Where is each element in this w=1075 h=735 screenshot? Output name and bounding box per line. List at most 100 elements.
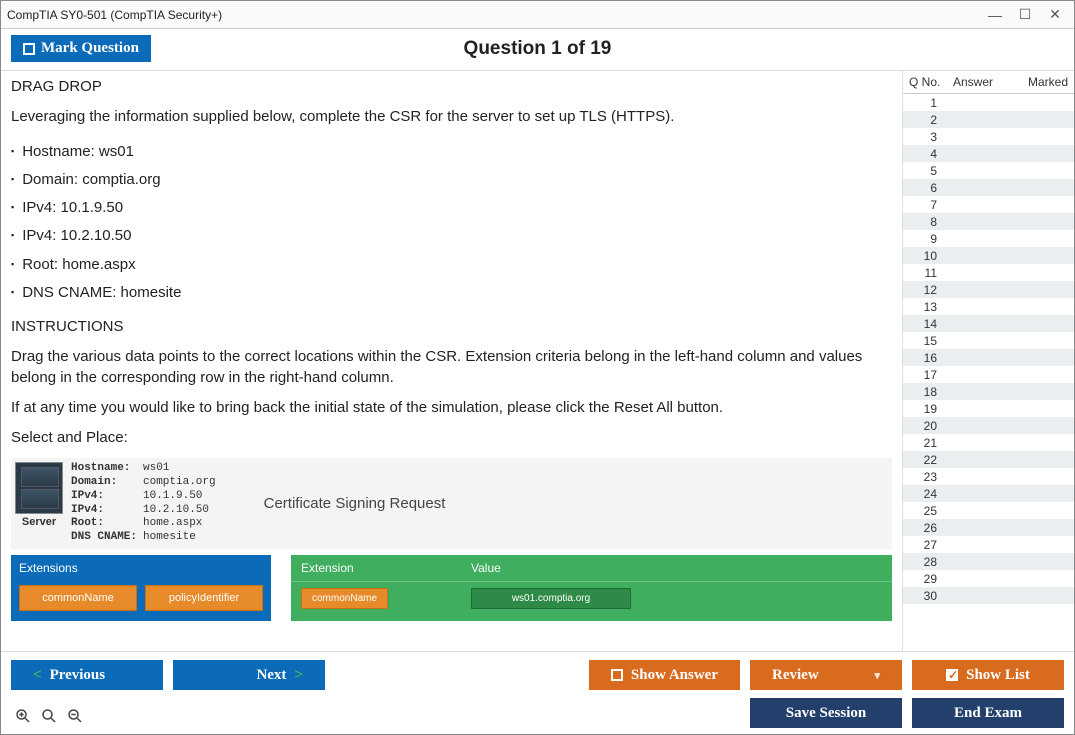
question-list-row[interactable]: 13 bbox=[903, 298, 1074, 315]
question-list-row[interactable]: 16 bbox=[903, 349, 1074, 366]
question-number: 13 bbox=[903, 300, 947, 314]
end-exam-button[interactable]: End Exam bbox=[912, 698, 1064, 728]
question-list-row[interactable]: 28 bbox=[903, 553, 1074, 570]
question-list-row[interactable]: 26 bbox=[903, 519, 1074, 536]
csr-title: Certificate Signing Request bbox=[264, 495, 446, 512]
maximize-button[interactable]: ☐ bbox=[1018, 8, 1032, 22]
question-list-row[interactable]: 18 bbox=[903, 383, 1074, 400]
save-session-button[interactable]: Save Session bbox=[750, 698, 902, 728]
info-item: DNS CNAME: homesite bbox=[11, 279, 892, 307]
info-item: IPv4: 10.2.10.50 bbox=[11, 222, 892, 250]
question-counter: Question 1 of 19 bbox=[151, 38, 924, 60]
question-number: 22 bbox=[903, 453, 947, 467]
question-number: 12 bbox=[903, 283, 947, 297]
review-button[interactable]: Review ▾ bbox=[750, 660, 902, 690]
dropdown-icon: ▾ bbox=[874, 669, 880, 682]
question-list-row[interactable]: 8 bbox=[903, 213, 1074, 230]
question-list-row[interactable]: 19 bbox=[903, 400, 1074, 417]
question-list-row[interactable]: 29 bbox=[903, 570, 1074, 587]
csr-header-value: Value bbox=[461, 555, 511, 581]
question-list-scroll[interactable]: 1234567891011121314151617181920212223242… bbox=[903, 94, 1074, 651]
chevron-right-icon: > bbox=[294, 667, 303, 684]
zoom-out-button[interactable] bbox=[63, 704, 87, 728]
window-title: CompTIA SY0-501 (CompTIA Security+) bbox=[7, 8, 988, 22]
question-number: 20 bbox=[903, 419, 947, 433]
server-icon bbox=[15, 462, 63, 514]
zoom-controls bbox=[11, 698, 87, 728]
question-number: 27 bbox=[903, 538, 947, 552]
question-list-row[interactable]: 22 bbox=[903, 451, 1074, 468]
button-row-1: < Previous Next > Show Answer Review ▾ S… bbox=[11, 660, 1064, 690]
review-label: Review bbox=[772, 667, 819, 684]
question-list-row[interactable]: 4 bbox=[903, 145, 1074, 162]
save-session-label: Save Session bbox=[786, 705, 866, 722]
question-list-row[interactable]: 6 bbox=[903, 179, 1074, 196]
zoom-in-button[interactable] bbox=[11, 704, 35, 728]
question-list-row[interactable]: 24 bbox=[903, 485, 1074, 502]
question-number: 23 bbox=[903, 470, 947, 484]
csr-drop-extension[interactable]: commonName bbox=[291, 582, 461, 615]
question-list-row[interactable]: 2 bbox=[903, 111, 1074, 128]
extensions-panel: Extensions commonName policyIdentifier bbox=[11, 555, 271, 621]
question-number: 26 bbox=[903, 521, 947, 535]
question-list-row[interactable]: 10 bbox=[903, 247, 1074, 264]
simulation-area: Server Hostname:ws01 Domain:comptia.org … bbox=[11, 458, 892, 621]
app-window: CompTIA SY0-501 (CompTIA Security+) — ☐ … bbox=[0, 0, 1075, 735]
question-list-row[interactable]: 15 bbox=[903, 332, 1074, 349]
question-list-row[interactable]: 25 bbox=[903, 502, 1074, 519]
question-list-row[interactable]: 9 bbox=[903, 230, 1074, 247]
info-item: Root: home.aspx bbox=[11, 251, 892, 279]
zoom-reset-button[interactable] bbox=[37, 704, 61, 728]
csr-drop-value[interactable]: ws01.comptia.org bbox=[461, 582, 641, 615]
question-list-pane: Q No. Answer Marked 12345678910111213141… bbox=[902, 71, 1074, 651]
question-number: 15 bbox=[903, 334, 947, 348]
question-list-row[interactable]: 3 bbox=[903, 128, 1074, 145]
mark-question-button[interactable]: Mark Question bbox=[11, 35, 151, 62]
question-number: 18 bbox=[903, 385, 947, 399]
question-list-header: Q No. Answer Marked bbox=[903, 71, 1074, 94]
info-list: Hostname: ws01 Domain: comptia.org IPv4:… bbox=[11, 138, 892, 308]
question-number: 24 bbox=[903, 487, 947, 501]
previous-button[interactable]: < Previous bbox=[11, 660, 163, 690]
next-label: Next bbox=[256, 667, 286, 684]
question-list-row[interactable]: 27 bbox=[903, 536, 1074, 553]
question-list-row[interactable]: 20 bbox=[903, 417, 1074, 434]
question-number: 14 bbox=[903, 317, 947, 331]
content-pane: DRAG DROP Leveraging the information sup… bbox=[1, 71, 902, 651]
question-list-row[interactable]: 5 bbox=[903, 162, 1074, 179]
next-button[interactable]: Next > bbox=[173, 660, 325, 690]
drag-item-commonname[interactable]: commonName bbox=[19, 585, 137, 611]
drag-item-policyidentifier[interactable]: policyIdentifier bbox=[145, 585, 263, 611]
button-row-2: Save Session End Exam bbox=[11, 698, 1064, 728]
info-item: Hostname: ws01 bbox=[11, 138, 892, 166]
question-list-row[interactable]: 7 bbox=[903, 196, 1074, 213]
question-list-row[interactable]: 23 bbox=[903, 468, 1074, 485]
header-row: Mark Question Question 1 of 19 bbox=[1, 29, 1074, 70]
show-answer-button[interactable]: Show Answer bbox=[589, 660, 740, 690]
question-number: 1 bbox=[903, 96, 947, 110]
question-list-row[interactable]: 11 bbox=[903, 264, 1074, 281]
question-number: 19 bbox=[903, 402, 947, 416]
content-scroll[interactable]: DRAG DROP Leveraging the information sup… bbox=[1, 71, 902, 651]
csr-panel: Extension Value commonName ws01.comptia.… bbox=[291, 555, 892, 621]
close-button[interactable]: ✕ bbox=[1048, 8, 1062, 22]
extensions-items: commonName policyIdentifier bbox=[11, 581, 271, 615]
question-number: 17 bbox=[903, 368, 947, 382]
question-list-row[interactable]: 21 bbox=[903, 434, 1074, 451]
question-list-row[interactable]: 12 bbox=[903, 281, 1074, 298]
question-number: 3 bbox=[903, 130, 947, 144]
sim-row2: Extensions commonName policyIdentifier E… bbox=[11, 555, 892, 621]
extensions-heading: Extensions bbox=[11, 555, 271, 581]
checkbox-icon bbox=[23, 43, 35, 55]
question-number: 5 bbox=[903, 164, 947, 178]
info-item: IPv4: 10.1.9.50 bbox=[11, 194, 892, 222]
question-list-row[interactable]: 30 bbox=[903, 587, 1074, 604]
csr-header-extension: Extension bbox=[291, 555, 461, 581]
question-list-row[interactable]: 17 bbox=[903, 366, 1074, 383]
question-list-row[interactable]: 14 bbox=[903, 315, 1074, 332]
question-list-row[interactable]: 1 bbox=[903, 94, 1074, 111]
question-number: 2 bbox=[903, 113, 947, 127]
minimize-button[interactable]: — bbox=[988, 8, 1002, 22]
checkbox-checked-icon bbox=[946, 669, 958, 681]
show-list-button[interactable]: Show List bbox=[912, 660, 1064, 690]
